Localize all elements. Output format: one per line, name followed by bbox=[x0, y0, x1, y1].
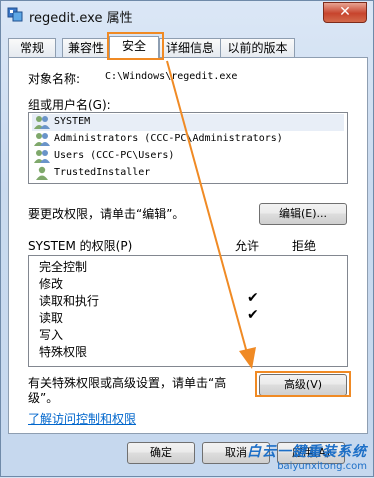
object-name-label: 对象名称: bbox=[28, 72, 81, 86]
learn-access-control-link[interactable]: 了解访问控制和权限 bbox=[28, 410, 136, 427]
properties-window: regedit.exe 属性 ✕ 常规 兼容性 安全 详细信息 以前的版本 对象… bbox=[0, 0, 374, 477]
advanced-button[interactable]: 高级(V) bbox=[259, 374, 347, 396]
edit-button-label: 编辑(E)... bbox=[278, 207, 328, 220]
permissions-list: 完全控制 修改 读取和执行 读取 写入 特殊权限 ✔ ✔ bbox=[28, 255, 348, 367]
regedit-app-icon bbox=[7, 7, 23, 22]
permission-name: 写入 bbox=[39, 328, 64, 342]
permission-row: 修改 bbox=[39, 275, 63, 291]
allow-check-icon: ✔ bbox=[247, 290, 259, 306]
user-name: TrustedInstaller bbox=[54, 167, 151, 178]
tab-security[interactable]: 安全 bbox=[109, 36, 159, 59]
ok-button-label: 确定 bbox=[150, 446, 172, 459]
groups-label: 组或用户名(G): bbox=[28, 98, 111, 112]
tab-details[interactable]: 详细信息 bbox=[159, 38, 221, 58]
user-icon bbox=[36, 166, 48, 180]
deny-column-header: 拒绝 bbox=[292, 239, 317, 253]
close-button[interactable]: ✕ bbox=[323, 2, 367, 23]
allow-column-header: 允许 bbox=[235, 239, 260, 253]
permission-row: 写入 bbox=[39, 326, 63, 342]
user-item-system[interactable]: SYSTEM bbox=[32, 114, 344, 131]
users-group-icon bbox=[34, 116, 50, 129]
permission-row: 完全控制 bbox=[39, 258, 87, 274]
users-group-icon bbox=[34, 150, 50, 163]
security-panel: 对象名称: C:\Windows\regedit.exe 组或用户名(G): S… bbox=[8, 57, 368, 434]
user-name: Administrators (CCC-PC\Administrators) bbox=[54, 133, 283, 144]
tab-label: 安全 bbox=[121, 39, 146, 53]
change-permissions-hint: 要更改权限，请单击“编辑”。 bbox=[28, 207, 185, 221]
advanced-button-label: 高级(V) bbox=[283, 378, 323, 391]
watermark-title: 白云一键重装系统 bbox=[247, 444, 367, 460]
users-listbox[interactable]: SYSTEM Administrators (CCC-PC\Administra… bbox=[28, 112, 348, 184]
tab-general[interactable]: 常规 bbox=[8, 38, 56, 58]
user-item-administrators[interactable]: Administrators (CCC-PC\Administrators) bbox=[32, 131, 344, 148]
permission-name: 读取和执行 bbox=[39, 294, 100, 308]
tab-previous-versions[interactable]: 以前的版本 bbox=[220, 38, 295, 58]
tab-label: 以前的版本 bbox=[227, 41, 288, 55]
tab-label: 兼容性 bbox=[67, 41, 104, 55]
permission-name: 修改 bbox=[39, 277, 64, 291]
advanced-hint-line2: 级”。 bbox=[28, 391, 59, 405]
permission-name: 读取 bbox=[39, 311, 64, 325]
watermark-url: baiyunxitong.com bbox=[277, 461, 367, 472]
user-item-users[interactable]: Users (CCC-PC\Users) bbox=[32, 148, 344, 165]
permissions-label: SYSTEM 的权限(P) bbox=[28, 239, 133, 253]
user-item-trustedinstaller[interactable]: TrustedInstaller bbox=[32, 165, 344, 182]
permission-row: 读取 bbox=[39, 309, 63, 325]
tab-compatibility[interactable]: 兼容性 bbox=[62, 38, 110, 58]
tab-label: 常规 bbox=[19, 41, 44, 55]
permission-row: 特殊权限 bbox=[39, 343, 87, 359]
allow-check-icon: ✔ bbox=[247, 307, 259, 323]
title-bar[interactable]: regedit.exe 属性 ✕ bbox=[1, 1, 373, 29]
watermark: 白云一键重装系统 baiyunxitong.com bbox=[247, 441, 367, 472]
close-icon: ✕ bbox=[339, 4, 351, 20]
permission-row: 读取和执行 bbox=[39, 292, 99, 308]
user-name: SYSTEM bbox=[54, 116, 91, 127]
cancel-button-label: 取消 bbox=[225, 446, 247, 459]
permission-name: 特殊权限 bbox=[39, 345, 88, 359]
window-title: regedit.exe 属性 bbox=[29, 11, 133, 26]
users-group-icon bbox=[34, 133, 50, 146]
tab-label: 详细信息 bbox=[165, 41, 214, 55]
user-name: Users (CCC-PC\Users) bbox=[54, 150, 175, 161]
object-name-value: C:\Windows\regedit.exe bbox=[105, 71, 238, 82]
edit-button[interactable]: 编辑(E)... bbox=[259, 203, 347, 225]
ok-button[interactable]: 确定 bbox=[127, 442, 195, 464]
permission-name: 完全控制 bbox=[39, 260, 88, 274]
